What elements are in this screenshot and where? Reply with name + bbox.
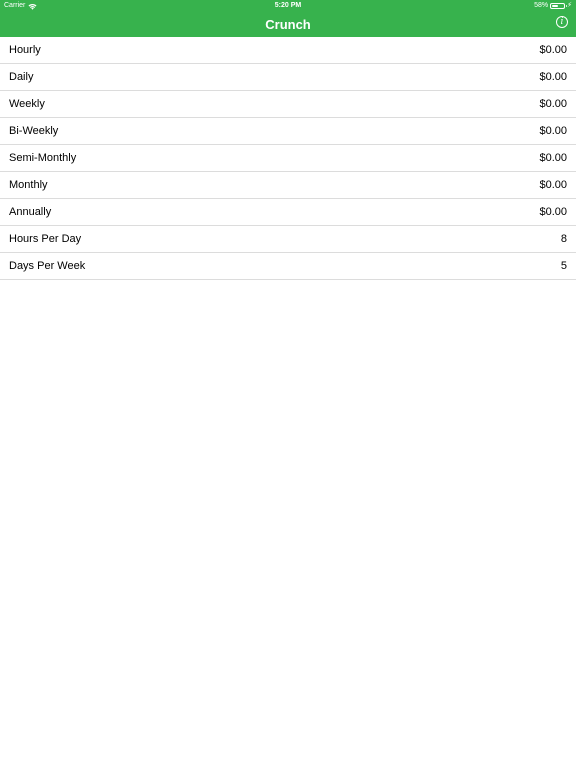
list-item[interactable]: Semi-Monthly $0.00 [0,145,576,172]
row-label: Days Per Week [9,260,86,272]
status-right: 58% ⚡︎ [534,0,572,12]
pay-list: Hourly $0.00 Daily $0.00 Weekly $0.00 Bi-Weekl… [0,37,576,280]
row-value: 5 [560,260,567,272]
row-label: Hours Per Day [9,233,82,245]
list-item[interactable]: Bi-Weekly $0.00 [0,118,576,145]
battery-icon [550,3,568,9]
list-item[interactable]: Hours Per Day 8 [0,226,576,253]
list-item[interactable]: Daily $0.00 [0,64,576,91]
status-time: 5:20 PM [274,2,302,9]
row-value: $0.00 [539,98,567,110]
battery-percent: 58% [534,2,549,9]
row-value: $0.00 [539,125,567,137]
row-label: Semi-Monthly [9,152,77,164]
row-value: $0.00 [539,71,567,83]
row-label: Daily [9,71,34,83]
status-bar: Carrier 5:20 PM 58% ⚡︎ [0,0,576,12]
row-value: 8 [560,233,567,245]
row-value: $0.00 [539,152,567,164]
info-button[interactable]: i [556,16,568,28]
page-title: Crunch [265,17,311,32]
list-item[interactable]: Annually $0.00 [0,199,576,226]
row-label: Weekly [9,98,45,110]
row-label: Annually [9,206,52,218]
list-item[interactable]: Days Per Week 5 [0,253,576,280]
row-value: $0.00 [539,206,567,218]
list-item[interactable]: Weekly $0.00 [0,91,576,118]
charging-bolt-icon: ⚡︎ [567,2,572,9]
row-value: $0.00 [539,179,567,191]
row-label: Monthly [9,179,48,191]
info-icon: i [560,17,564,27]
row-value: $0.00 [539,44,567,56]
navigation-bar: Carrier 5:20 PM 58% ⚡︎ Crunch i [0,0,576,37]
row-label: Bi-Weekly [9,125,59,137]
list-item[interactable]: Monthly $0.00 [0,172,576,199]
app-screen: Carrier 5:20 PM 58% ⚡︎ Crunch i Hourly $0… [0,0,576,768]
row-label: Hourly [9,44,41,56]
list-item[interactable]: Hourly $0.00 [0,37,576,64]
